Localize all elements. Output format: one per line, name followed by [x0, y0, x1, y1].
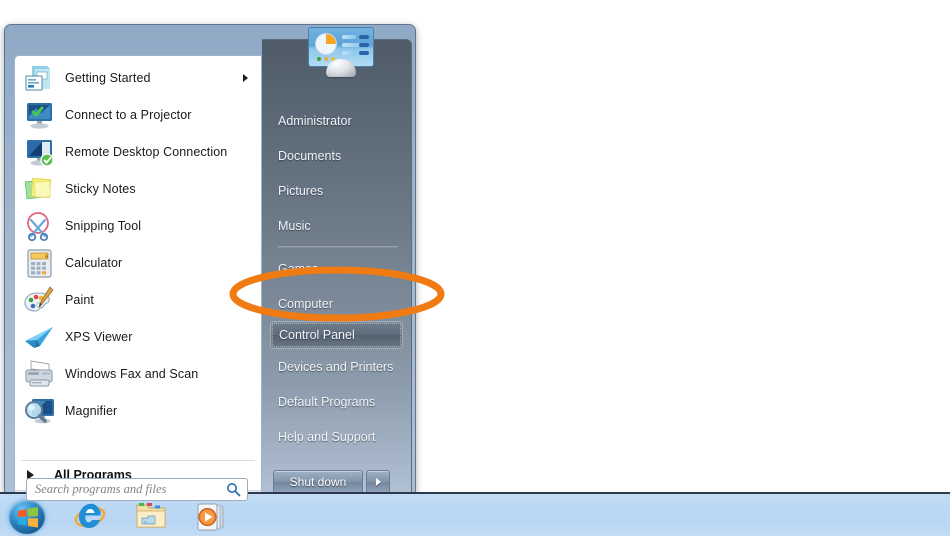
- right-pane-item-default-programs[interactable]: Default Programs: [262, 384, 411, 419]
- search-magnifier-icon: [226, 482, 241, 497]
- taskbar-windows-media-player[interactable]: [194, 500, 226, 532]
- user-account-picture[interactable]: [308, 27, 374, 77]
- start-button[interactable]: [7, 498, 47, 536]
- right-pane-item-devices-and-printers[interactable]: Devices and Printers: [262, 349, 411, 384]
- program-label: Windows Fax and Scan: [65, 366, 199, 381]
- program-item-calculator[interactable]: 0 Calculator: [15, 244, 261, 281]
- right-pane-item-label: Control Panel: [279, 328, 355, 342]
- chevron-right-icon: [243, 73, 248, 82]
- program-label: Paint: [65, 292, 94, 307]
- slider-bar: [359, 43, 369, 47]
- right-pane-item-label: Administrator: [278, 113, 352, 128]
- right-pane-item-label: Pictures: [278, 183, 324, 198]
- program-item-windows-fax-and-scan[interactable]: Windows Fax and Scan: [15, 355, 261, 392]
- program-label: Remote Desktop Connection: [65, 144, 228, 159]
- getting-started-icon: [23, 62, 57, 94]
- program-label: XPS Viewer: [65, 329, 133, 344]
- right-pane-item-label: Default Programs: [278, 394, 376, 409]
- slider-bar: [359, 35, 369, 39]
- taskbar-windows-explorer[interactable]: [134, 500, 166, 532]
- xps-viewer-icon: [23, 321, 57, 353]
- program-label: Getting Started: [65, 70, 151, 85]
- svg-text:0: 0: [45, 254, 48, 260]
- slider-bar: [342, 35, 356, 39]
- pie-chart-icon: [315, 33, 337, 55]
- right-pane-item-help-and-support[interactable]: Help and Support: [262, 419, 411, 454]
- status-dot: [317, 57, 321, 61]
- right-pane-item-label: Computer: [278, 296, 333, 311]
- right-triangle-icon: [375, 478, 381, 486]
- program-item-getting-started[interactable]: Getting Started: [15, 59, 261, 96]
- windows-explorer-folder-icon: [136, 503, 166, 528]
- program-label: Connect to a Projector: [65, 107, 192, 122]
- right-pane-item-pictures[interactable]: Pictures: [262, 173, 411, 208]
- desktop: Getting Started Connect to a Projector R…: [0, 0, 950, 536]
- slider-bar: [342, 51, 356, 55]
- right-pane-item-computer[interactable]: Computer: [262, 286, 411, 321]
- right-pane-item-label: Music: [278, 218, 311, 233]
- shutdown-options-button[interactable]: [366, 470, 390, 494]
- projector-icon: [23, 99, 57, 131]
- search-box[interactable]: [26, 478, 248, 501]
- status-dot: [324, 57, 328, 61]
- right-pane-item-label: Help and Support: [278, 429, 376, 444]
- right-pane-item-label: Devices and Printers: [278, 359, 394, 374]
- start-menu: Getting Started Connect to a Projector R…: [4, 24, 416, 507]
- program-label: Magnifier: [65, 403, 118, 418]
- right-pane-item-control-panel[interactable]: Control Panel: [270, 321, 403, 349]
- program-item-xps-viewer[interactable]: XPS Viewer: [15, 318, 261, 355]
- windows-flag-icon: [18, 507, 38, 528]
- program-item-connect-to-a-projector[interactable]: Connect to a Projector: [15, 96, 261, 133]
- slider-bar: [359, 51, 369, 55]
- windows-media-player-icon: [197, 503, 224, 531]
- internet-explorer-icon: [74, 503, 106, 528]
- right-pane-item-games[interactable]: Games: [262, 251, 411, 286]
- right-pane-item-music[interactable]: Music: [262, 208, 411, 243]
- program-item-paint[interactable]: Paint: [15, 281, 261, 318]
- program-list: Getting Started Connect to a Projector R…: [15, 56, 261, 461]
- remote-desktop-icon: [23, 136, 57, 168]
- right-pane-item-label: Documents: [278, 148, 342, 163]
- paint-icon: [23, 284, 57, 316]
- start-menu-right-pane: Administrator Documents Pictures Music G…: [262, 39, 412, 507]
- program-item-snipping-tool[interactable]: Snipping Tool: [15, 207, 261, 244]
- program-item-sticky-notes[interactable]: Sticky Notes: [15, 170, 261, 207]
- program-label: Snipping Tool: [65, 218, 142, 233]
- start-menu-left-pane: Getting Started Connect to a Projector R…: [14, 55, 262, 507]
- fax-scan-icon: [23, 358, 57, 390]
- calculator-icon: 0: [23, 247, 57, 279]
- magnifier-icon: [23, 395, 57, 427]
- program-item-magnifier[interactable]: Magnifier: [15, 392, 261, 429]
- shutdown-row: Shut down: [273, 470, 390, 494]
- program-item-remote-desktop-connection[interactable]: Remote Desktop Connection: [15, 133, 261, 170]
- snipping-tool-icon: [23, 210, 57, 242]
- shutdown-label: Shut down: [289, 475, 347, 489]
- right-pane-item-documents[interactable]: Documents: [262, 138, 411, 173]
- sticky-notes-icon: [23, 173, 57, 205]
- search-input[interactable]: [27, 481, 217, 498]
- taskbar-internet-explorer[interactable]: [74, 500, 106, 532]
- right-pane-item-administrator[interactable]: Administrator: [262, 103, 411, 138]
- program-label: Calculator: [65, 255, 123, 270]
- divider: [278, 246, 398, 248]
- program-label: Sticky Notes: [65, 181, 136, 196]
- right-pane-item-label: Games: [278, 261, 319, 276]
- right-pane-item-list: Administrator Documents Pictures Music G…: [262, 103, 411, 454]
- shutdown-button[interactable]: Shut down: [273, 470, 363, 494]
